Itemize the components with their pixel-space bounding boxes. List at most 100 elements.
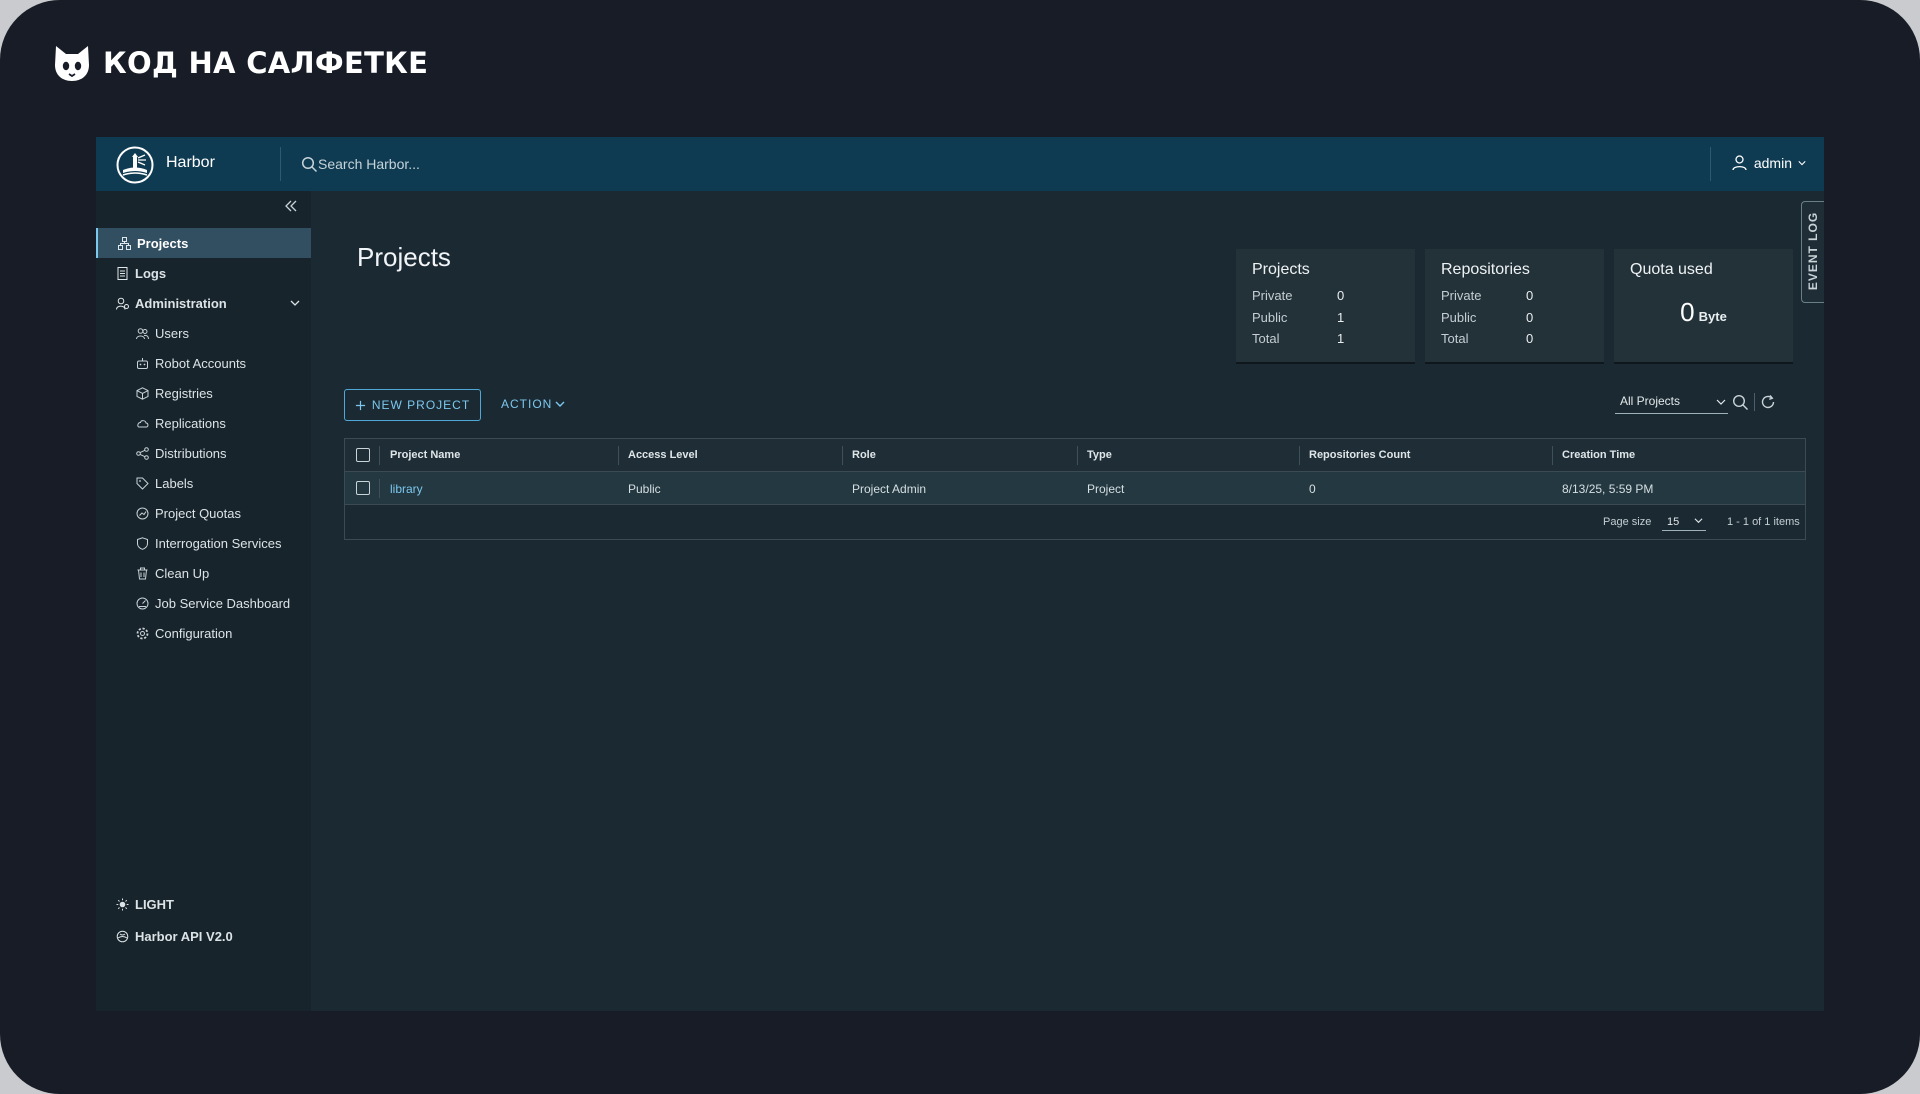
- card-label: Public: [1441, 310, 1477, 325]
- sidebar-item-configuration[interactable]: Configuration: [96, 618, 311, 648]
- card-value: 0: [1526, 310, 1534, 325]
- table-row[interactable]: library Public Project Admin Project 0 8…: [345, 472, 1805, 505]
- cell-type: Project: [1087, 482, 1125, 496]
- sidebar-item-interrogation-services[interactable]: Interrogation Services: [96, 528, 311, 558]
- select-all-checkbox[interactable]: [356, 448, 370, 462]
- card-title: Repositories: [1441, 261, 1530, 278]
- sidebar-item-distributions[interactable]: Distributions: [96, 438, 311, 468]
- sidebar-item-project-quotas[interactable]: Project Quotas: [96, 498, 311, 528]
- event-log-tab[interactable]: EVENT LOG: [1801, 201, 1824, 303]
- cat-logo-icon: [55, 46, 89, 81]
- sidebar-item-replications[interactable]: Replications: [96, 408, 311, 438]
- sidebar-item-users[interactable]: Users: [96, 318, 311, 348]
- column-separator: [1552, 446, 1553, 465]
- column-separator: [842, 446, 843, 465]
- project-name-link[interactable]: library: [390, 482, 423, 496]
- new-project-button[interactable]: NEW PROJECT: [344, 389, 481, 421]
- screenshot-frame: КОД НА САЛФЕТКЕ Harbor Search Harbor... …: [0, 0, 1920, 1094]
- column-separator: [618, 446, 619, 465]
- sidebar-item-projects[interactable]: Projects: [96, 228, 311, 258]
- column-header-type[interactable]: Type: [1087, 449, 1112, 461]
- card-value: 0: [1526, 331, 1534, 346]
- search-icon[interactable]: [1732, 394, 1749, 411]
- new-project-label: NEW PROJECT: [371, 398, 471, 412]
- card-label: Total: [1252, 331, 1280, 346]
- sidebar-item-label: Job Service Dashboard: [155, 595, 291, 611]
- sidebar-item-label: Users: [155, 325, 189, 341]
- column-separator: [1299, 446, 1300, 465]
- column-separator: [1077, 446, 1078, 465]
- sidebar-item-logs[interactable]: Logs: [96, 258, 311, 288]
- sidebar-item-label: Project Quotas: [155, 505, 241, 521]
- harbor-api-label: Harbor API V2.0: [135, 929, 233, 944]
- harbor-api-link[interactable]: Harbor API V2.0: [116, 929, 233, 944]
- action-dropdown-button[interactable]: ACTION: [501, 397, 565, 411]
- action-label: ACTION: [501, 397, 553, 411]
- plus-icon: [355, 400, 365, 410]
- registries-icon: [136, 386, 149, 400]
- quota-value: 0 Byte: [1614, 297, 1793, 328]
- sidebar: Projects Logs Administration Users Robot…: [96, 191, 311, 1011]
- column-header-repositories-count[interactable]: Repositories Count: [1309, 449, 1410, 461]
- column-separator: [379, 446, 380, 465]
- header-divider: [1710, 147, 1711, 181]
- project-filter-select[interactable]: All Projects: [1615, 394, 1728, 414]
- quota-number: 0: [1680, 297, 1695, 327]
- global-search-input[interactable]: [318, 153, 578, 175]
- column-separator: [379, 479, 380, 498]
- card-value: 1: [1337, 310, 1345, 325]
- theme-toggle[interactable]: LIGHT: [116, 897, 174, 912]
- card-label: Public: [1252, 310, 1288, 325]
- sidebar-item-label: Administration: [135, 295, 227, 311]
- cell-role: Project Admin: [852, 482, 927, 496]
- table-footer: Page size 15 1 - 1 of 1 items: [345, 505, 1805, 539]
- harbor-logo-icon[interactable]: [116, 146, 154, 184]
- pagination-count: 1 - 1 of 1 items: [1727, 516, 1800, 528]
- quotas-icon: [136, 507, 149, 519]
- sidebar-item-label: Configuration: [155, 625, 233, 641]
- card-value: 0: [1526, 288, 1534, 303]
- sidebar-item-job-service-dashboard[interactable]: Job Service Dashboard: [96, 588, 311, 618]
- sidebar-item-registries[interactable]: Registries: [96, 378, 311, 408]
- projects-icon: [118, 236, 131, 250]
- replications-icon: [137, 419, 149, 427]
- collapse-sidebar-icon[interactable]: [284, 199, 298, 213]
- column-header-access-level[interactable]: Access Level: [628, 449, 698, 461]
- user-menu[interactable]: admin: [1731, 154, 1806, 171]
- robot-icon: [137, 357, 148, 369]
- quota-unit: Byte: [1698, 309, 1727, 324]
- sidebar-item-label: Logs: [135, 265, 167, 281]
- sidebar-item-label: Labels: [155, 475, 194, 491]
- sidebar-item-label: Clean Up: [155, 565, 210, 581]
- cell-access-level: Public: [628, 482, 661, 496]
- column-header-project-name[interactable]: Project Name: [390, 449, 460, 461]
- sidebar-item-labels[interactable]: Labels: [96, 468, 311, 498]
- toolbar-divider: [1754, 393, 1755, 411]
- card-label: Private: [1441, 288, 1482, 303]
- cell-creation-time: 8/13/25, 5:59 PM: [1562, 482, 1654, 496]
- app-name[interactable]: Harbor: [166, 154, 215, 172]
- trash-icon: [137, 567, 148, 579]
- administration-icon: [116, 297, 129, 310]
- page-size-label: Page size: [1603, 516, 1652, 528]
- chevron-down-icon: [1694, 518, 1703, 524]
- card-value: 1: [1337, 331, 1345, 346]
- card-title: Quota used: [1630, 261, 1713, 278]
- harbor-app-window: Harbor admin: [96, 137, 1824, 1011]
- page-size-select[interactable]: 15: [1662, 513, 1706, 531]
- search-icon: [301, 156, 318, 173]
- sidebar-item-label: Projects: [137, 235, 189, 251]
- header-divider: [280, 147, 281, 181]
- column-header-role[interactable]: Role: [852, 449, 876, 461]
- user-icon: [1732, 155, 1747, 171]
- refresh-icon[interactable]: [1760, 394, 1776, 410]
- sidebar-item-clean-up[interactable]: Clean Up: [96, 558, 311, 588]
- row-checkbox[interactable]: [356, 481, 370, 495]
- column-header-creation-time[interactable]: Creation Time: [1562, 449, 1635, 461]
- sidebar-item-robot-accounts[interactable]: Robot Accounts: [96, 348, 311, 378]
- projects-summary-card: Projects Private 0 Public 1 Total 1: [1236, 249, 1415, 362]
- dashboard-icon: [136, 597, 149, 609]
- table-header: Project Name Access Level Role Type Repo…: [345, 439, 1805, 472]
- page-size-value: 15: [1667, 516, 1680, 528]
- sidebar-item-administration[interactable]: Administration: [96, 288, 311, 318]
